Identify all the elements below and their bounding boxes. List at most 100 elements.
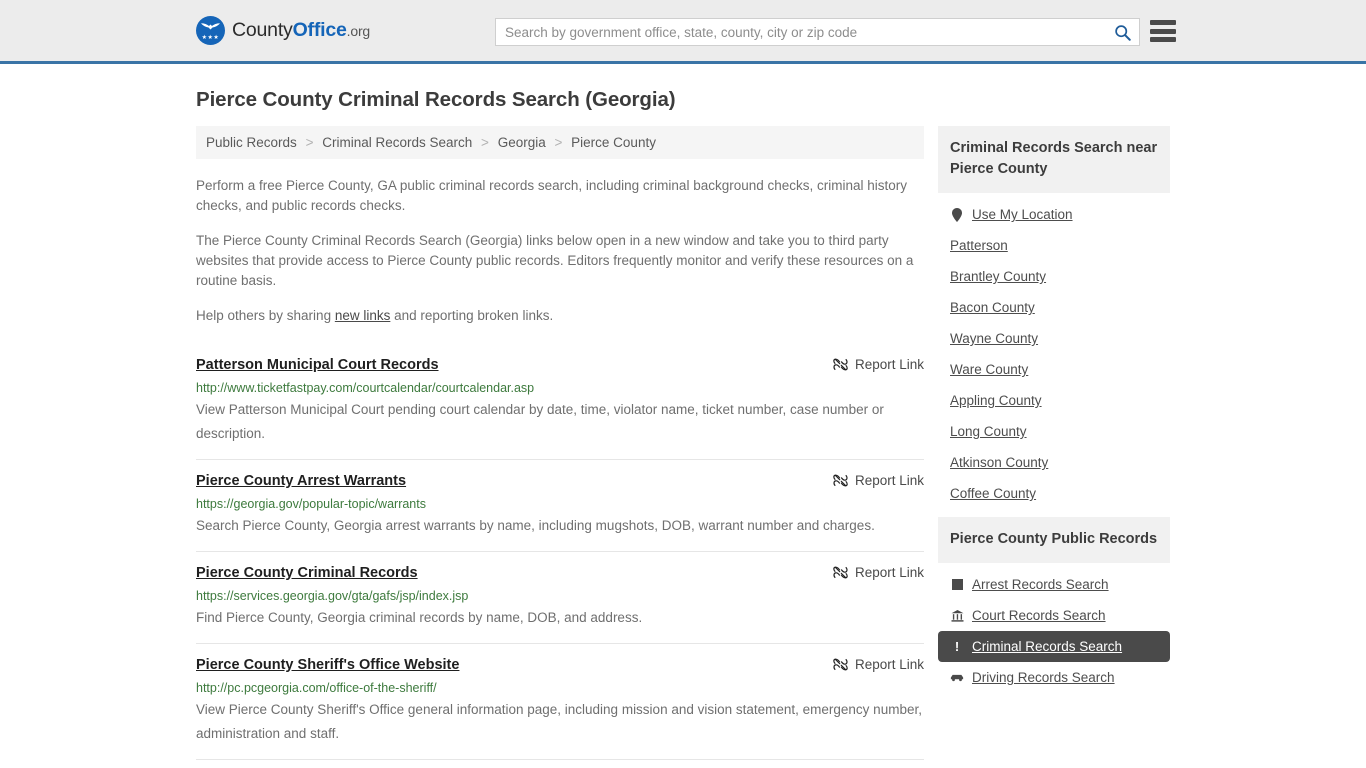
sidebar-item-label: Patterson [950, 238, 1008, 253]
results-list: Patterson Municipal Court Records Report… [196, 342, 924, 760]
sidebar-nearby-heading: Criminal Records Search near Pierce Coun… [938, 126, 1170, 193]
report-link-label: Report Link [854, 473, 924, 488]
hamburger-menu-icon[interactable] [1150, 20, 1176, 42]
result-url[interactable]: https://georgia.gov/popular-topic/warran… [196, 497, 924, 512]
site-header: ★★★ CountyOffice.org [0, 0, 1366, 64]
intro-p3-after: and reporting broken links. [390, 308, 554, 323]
report-link-button[interactable]: Report Link [833, 472, 924, 488]
sidebar-item-arrest-records-search[interactable]: Arrest Records Search [938, 569, 1170, 600]
sidebar-item-label: Coffee County [950, 486, 1037, 501]
sidebar-item-patterson[interactable]: Patterson [938, 230, 1170, 261]
exclamation-icon: ! [954, 639, 960, 654]
result-description: View Pierce County Sheriff's Office gene… [196, 702, 922, 741]
result-item: Pierce County Criminal Records Report Li… [196, 552, 924, 644]
result-header: Pierce County Sheriff's Office Website R… [196, 656, 924, 674]
report-link-label: Report Link [854, 357, 924, 372]
car-icon [950, 673, 964, 682]
result-description: Find Pierce County, Georgia criminal rec… [196, 610, 643, 625]
breadcrumb-separator: > [554, 135, 563, 150]
sidebar-item-label: Long County [950, 424, 1027, 439]
result-header: Pierce County Criminal Records Report Li… [196, 564, 924, 582]
sidebar-item-driving-records-search[interactable]: Driving Records Search [938, 662, 1170, 693]
breadcrumb-separator: > [481, 135, 489, 150]
stars-icon: ★★★ [201, 35, 220, 41]
breadcrumb-item-georgia[interactable]: Georgia [498, 135, 546, 150]
breadcrumb-separator: > [305, 135, 314, 150]
result-item: Pierce County Sheriff's Office Website R… [196, 644, 924, 760]
result-url[interactable]: http://www.ticketfastpay.com/courtcalend… [196, 381, 924, 396]
report-link-button[interactable]: Report Link [833, 656, 924, 672]
sidebar-item-wayne-county[interactable]: Wayne County [938, 323, 1170, 354]
brand-part-office: Office [292, 19, 347, 41]
broken-link-icon [833, 658, 848, 671]
intro-text: Perform a free Pierce County, GA public … [196, 176, 924, 326]
brand-wordmark: CountyOffice.org [232, 19, 370, 42]
report-link-label: Report Link [854, 565, 924, 580]
sidebar-item-label: Wayne County [950, 331, 1039, 346]
result-url[interactable]: https://services.georgia.gov/gta/gafs/js… [196, 589, 924, 604]
brand-part-org: .org [346, 23, 371, 39]
sidebar-item-label: Court Records Search [972, 608, 1106, 623]
brand-part-county: County [232, 19, 293, 41]
result-title-link[interactable]: Pierce County Criminal Records [196, 564, 418, 582]
breadcrumb-item-public-records[interactable]: Public Records [206, 135, 297, 150]
hamburger-bar [1150, 28, 1176, 34]
sidebar-item-use-my-location[interactable]: Use My Location [938, 199, 1170, 230]
broken-link-icon [833, 474, 848, 487]
report-link-button[interactable]: Report Link [833, 356, 924, 372]
result-url[interactable]: http://pc.pcgeorgia.com/office-of-the-sh… [196, 681, 924, 696]
map-pin-icon [950, 207, 964, 222]
sidebar-item-label: Ware County [950, 362, 1029, 377]
sidebar-item-atkinson-county[interactable]: Atkinson County [938, 447, 1170, 478]
result-item: Pierce County Arrest Warrants Report Lin… [196, 460, 924, 552]
new-links-link[interactable]: new links [335, 308, 391, 323]
intro-p3-before: Help others by sharing [196, 308, 335, 323]
sidebar-item-criminal-records-search[interactable]: ! Criminal Records Search [938, 631, 1170, 662]
sidebar-item-label: Appling County [950, 393, 1042, 408]
eagle-wings-icon [201, 23, 220, 30]
sidebar-item-court-records-search[interactable]: Court Records Search [938, 600, 1170, 631]
page-title: Pierce County Criminal Records Search (G… [196, 88, 676, 111]
result-header: Pierce County Arrest Warrants Report Lin… [196, 472, 924, 490]
broken-link-icon [833, 566, 848, 579]
sidebar-item-label: Brantley County [950, 269, 1047, 284]
main-column: Public Records > Criminal Records Search… [196, 126, 924, 760]
sidebar-item-label: Use My Location [972, 207, 1073, 222]
sidebar-item-label: Bacon County [950, 300, 1035, 315]
sidebar-public-records-heading: Pierce County Public Records [938, 517, 1170, 563]
page-container: Pierce County Criminal Records Search (G… [0, 88, 1366, 760]
content-area: Public Records > Criminal Records Search… [196, 126, 1170, 760]
result-description: Search Pierce County, Georgia arrest war… [196, 518, 875, 533]
breadcrumb: Public Records > Criminal Records Search… [196, 126, 924, 159]
sidebar-item-coffee-county[interactable]: Coffee County [938, 478, 1170, 509]
search-input[interactable] [496, 19, 1105, 45]
breadcrumb-item-pierce-county[interactable]: Pierce County [571, 135, 656, 150]
fingerprint-square-icon [950, 579, 964, 590]
result-title-link[interactable]: Pierce County Sheriff's Office Website [196, 656, 459, 674]
intro-paragraph-3: Help others by sharing new links and rep… [196, 306, 924, 326]
sidebar-item-brantley-county[interactable]: Brantley County [938, 261, 1170, 292]
sidebar-nearby-box: Criminal Records Search near Pierce Coun… [938, 126, 1170, 509]
result-title-link[interactable]: Patterson Municipal Court Records [196, 356, 439, 374]
sidebar-item-label: Arrest Records Search [972, 577, 1109, 592]
sidebar-public-records-box: Pierce County Public Records Arrest Reco… [938, 517, 1170, 693]
broken-link-icon [833, 358, 848, 371]
sidebar-item-label: Atkinson County [950, 455, 1049, 470]
sidebar-item-appling-county[interactable]: Appling County [938, 385, 1170, 416]
sidebar-item-bacon-county[interactable]: Bacon County [938, 292, 1170, 323]
search-bar[interactable] [495, 18, 1140, 46]
sidebar-public-records-list: Arrest Records Search Court Records Sear… [938, 563, 1170, 693]
sidebar-item-long-county[interactable]: Long County [938, 416, 1170, 447]
breadcrumb-item-criminal-records-search[interactable]: Criminal Records Search [322, 135, 472, 150]
result-header: Patterson Municipal Court Records Report… [196, 356, 924, 374]
result-title-link[interactable]: Pierce County Arrest Warrants [196, 472, 406, 490]
sidebar-item-ware-county[interactable]: Ware County [938, 354, 1170, 385]
site-logo-link[interactable]: ★★★ CountyOffice.org [196, 16, 370, 45]
intro-paragraph-2: The Pierce County Criminal Records Searc… [196, 233, 914, 288]
result-description: View Patterson Municipal Court pending c… [196, 402, 884, 441]
courthouse-icon [950, 609, 964, 622]
search-icon [1114, 24, 1131, 41]
search-button[interactable] [1105, 19, 1139, 45]
sidebar: Criminal Records Search near Pierce Coun… [938, 126, 1170, 701]
report-link-button[interactable]: Report Link [833, 564, 924, 580]
